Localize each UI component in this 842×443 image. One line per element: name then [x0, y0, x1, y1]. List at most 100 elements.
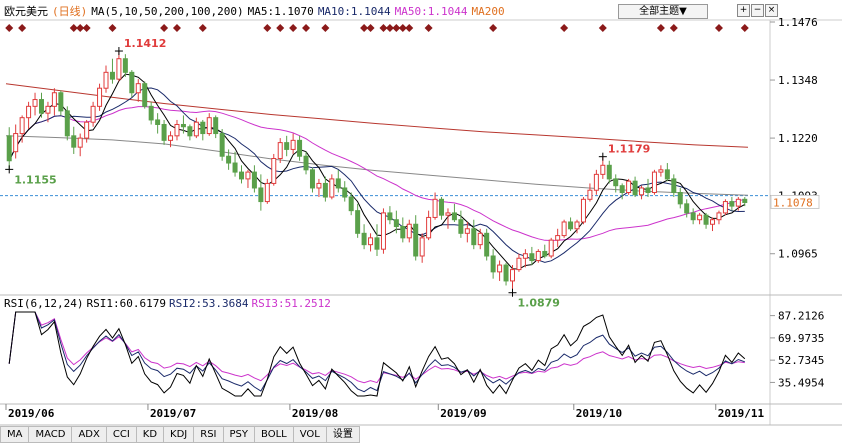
- candle-body: [445, 212, 451, 216]
- event-marker-icon: [669, 24, 678, 32]
- event-marker-icon: [560, 24, 569, 32]
- rsi3-value: RSI3:51.2512: [251, 297, 331, 310]
- rsi-tick-label: 35.4954: [778, 376, 825, 389]
- candle-body: [555, 235, 561, 241]
- candle-body: [322, 182, 328, 198]
- tab-settings[interactable]: 设置: [326, 426, 360, 443]
- candle-body: [187, 126, 193, 137]
- tab-rsi[interactable]: RSI: [194, 426, 224, 443]
- event-marker-icon: [289, 24, 298, 32]
- candle-body: [522, 253, 528, 259]
- ma200-value: MA200: [471, 5, 505, 18]
- candle-body: [535, 250, 541, 262]
- candle-body: [6, 135, 12, 162]
- candle-body: [729, 201, 735, 207]
- rsi2-line: [8, 311, 745, 393]
- candle-body: [671, 178, 677, 194]
- zoom-out-button[interactable]: −: [751, 4, 764, 17]
- theme-select-button[interactable]: 全部主题▼: [618, 4, 708, 19]
- event-marker-icon: [489, 24, 498, 32]
- candle-body: [219, 133, 225, 157]
- date-axis-label: 2019/06: [8, 407, 55, 420]
- candle-body: [32, 99, 38, 107]
- candle-body: [90, 105, 96, 123]
- candle-body: [658, 169, 664, 173]
- candle-body: [342, 187, 348, 198]
- ma200-line: [5, 83, 749, 148]
- ma10-value: MA10:1.1044: [317, 5, 391, 18]
- rsi-tick-label: 52.7345: [778, 354, 824, 367]
- candle-body: [245, 171, 251, 180]
- candle-body: [419, 237, 425, 257]
- price-tick-label: 1.1220: [778, 132, 818, 145]
- candle-body: [309, 169, 315, 189]
- candle-body: [19, 117, 25, 135]
- rsi-label[interactable]: RSI(6,12,24): [4, 297, 83, 310]
- candle-body: [77, 137, 83, 148]
- event-marker-icon: [598, 24, 607, 32]
- ma5-value: MA5:1.1070: [247, 5, 314, 18]
- candle-body: [51, 92, 57, 107]
- candle-body: [626, 180, 632, 194]
- candle-body: [587, 189, 593, 200]
- rsi-tick-label: 69.9735: [778, 332, 824, 345]
- candle-body: [180, 123, 186, 128]
- zoom-in-button[interactable]: +: [737, 4, 750, 17]
- tab-kd[interactable]: KD: [136, 426, 165, 443]
- candle-body: [239, 171, 245, 180]
- tab-boll[interactable]: BOLL: [255, 426, 294, 443]
- candle-body: [406, 223, 412, 239]
- event-marker-icon: [160, 24, 169, 32]
- candle-body: [232, 162, 238, 173]
- candle-body: [206, 117, 212, 135]
- candle-body: [361, 232, 367, 246]
- candle-body: [716, 212, 722, 221]
- candle-body: [568, 221, 574, 230]
- candle-body: [142, 83, 148, 107]
- candle-body: [606, 164, 612, 180]
- rsi3-line: [8, 311, 745, 384]
- ma50-value: MA50:1.1044: [394, 5, 468, 18]
- candle-body: [593, 173, 599, 191]
- candle-body: [580, 198, 586, 223]
- candle-body: [38, 99, 44, 114]
- candle-body: [484, 232, 490, 257]
- candle-body: [439, 198, 445, 216]
- candle-body: [45, 105, 51, 114]
- tab-vol[interactable]: VOL: [293, 426, 327, 443]
- candle-body: [574, 221, 580, 230]
- candle-body: [284, 142, 290, 150]
- low-left-annotation: 1.1155: [14, 173, 56, 186]
- tab-macd[interactable]: MACD: [29, 426, 73, 443]
- candle-body: [348, 196, 354, 212]
- candle-body: [264, 182, 270, 203]
- tab-adx[interactable]: ADX: [72, 426, 107, 443]
- candle-body: [374, 237, 380, 250]
- candle-body: [258, 187, 264, 203]
- candle-body: [380, 212, 386, 250]
- event-marker-icon: [263, 24, 272, 32]
- tab-psy[interactable]: PSY: [223, 426, 256, 443]
- candle-body: [451, 212, 457, 221]
- candle-body: [600, 164, 606, 175]
- event-marker-icon: [405, 24, 414, 32]
- candle-body: [703, 214, 709, 225]
- candle-body: [677, 192, 683, 205]
- candle-body: [174, 123, 180, 137]
- candle-body: [458, 219, 464, 234]
- date-axis-label: 2019/10: [576, 407, 622, 420]
- candle-body: [155, 119, 161, 125]
- candle-body: [413, 223, 419, 257]
- ma-settings-label[interactable]: MA(5,10,50,200,100,200): [91, 5, 243, 18]
- event-marker-icon: [302, 24, 311, 32]
- candle-body: [742, 198, 748, 203]
- event-marker-icon: [276, 24, 285, 32]
- rsi1-line: [8, 311, 746, 397]
- tab-kdj[interactable]: KDJ: [164, 426, 195, 443]
- candle-body: [664, 169, 670, 180]
- tab-cci[interactable]: CCI: [106, 426, 137, 443]
- candle-body: [651, 171, 657, 194]
- tab-ma[interactable]: MA: [0, 426, 30, 443]
- close-button[interactable]: ×: [765, 4, 778, 17]
- event-marker-icon: [656, 24, 665, 32]
